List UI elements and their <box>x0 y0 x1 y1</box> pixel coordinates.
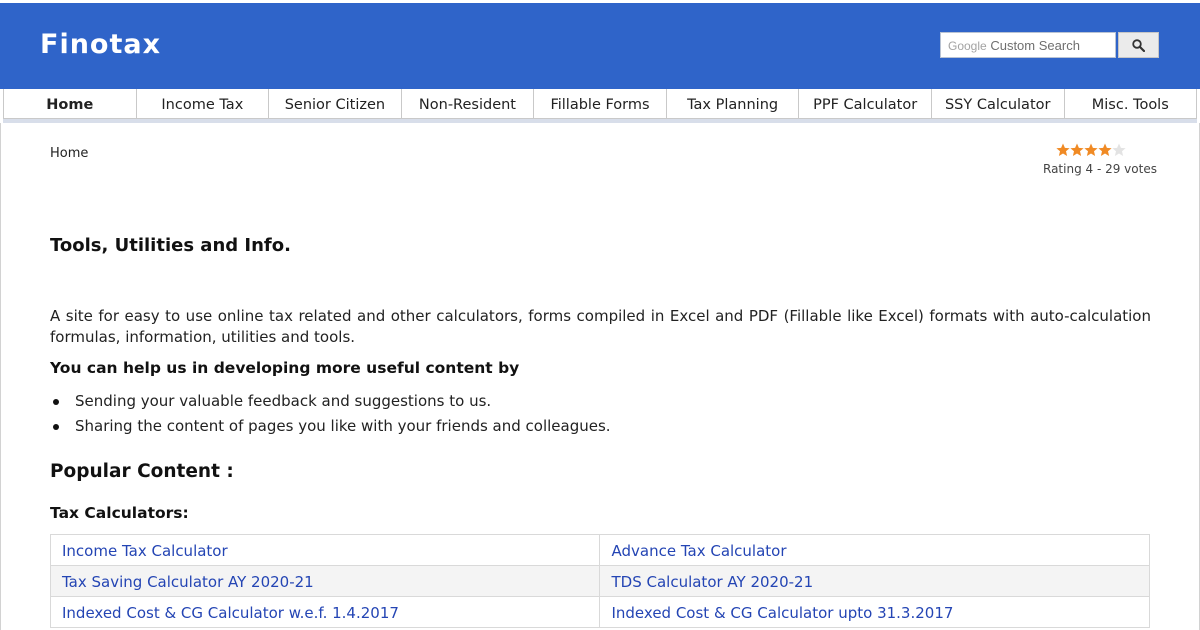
star-icon[interactable] <box>1056 143 1070 157</box>
nav-item-non-resident[interactable]: Non-Resident <box>402 89 535 118</box>
tax-calculators-heading: Tax Calculators: <box>50 504 189 522</box>
main-content: Home Rating 4 - 29 votes Tools, Utilitie… <box>0 123 1200 630</box>
search-button[interactable] <box>1118 32 1159 58</box>
nav-item-ppf-calculator[interactable]: PPF Calculator <box>799 89 932 118</box>
intro-paragraph: A site for easy to use online tax relate… <box>50 307 1151 346</box>
star-icon[interactable] <box>1098 143 1112 157</box>
income-tax-calculator-link[interactable]: Income Tax Calculator <box>49 534 601 566</box>
indexed-cost-cg-old-link[interactable]: Indexed Cost & CG Calculator upto 31.3.2… <box>599 596 1150 628</box>
bullet-icon <box>53 398 59 405</box>
nav-item-fillable-forms[interactable]: Fillable Forms <box>534 89 667 118</box>
popular-heading: Popular Content : <box>50 461 234 482</box>
page-title: Tools, Utilities and Info. <box>50 235 291 256</box>
table-row: Tax Saving Calculator AY 2020-21 TDS Cal… <box>49 565 1150 597</box>
nav-item-senior-citizen[interactable]: Senior Citizen <box>269 89 402 118</box>
rating-text: Rating 4 - 29 votes <box>1043 162 1157 176</box>
help-list: Sending your valuable feedback and sugge… <box>53 389 611 439</box>
star-empty-icon[interactable] <box>1112 143 1126 157</box>
nav-item-tax-planning[interactable]: Tax Planning <box>667 89 800 118</box>
indexed-cost-cg-new-link[interactable]: Indexed Cost & CG Calculator w.e.f. 1.4.… <box>49 596 601 628</box>
site-logo[interactable]: Finotax <box>40 29 161 60</box>
list-item-text: Sharing the content of pages you like wi… <box>75 417 611 435</box>
search-input[interactable]: Google Custom Search <box>940 32 1116 58</box>
main-nav: Home Income Tax Senior Citizen Non-Resid… <box>3 89 1197 119</box>
star-icon[interactable] <box>1084 143 1098 157</box>
tax-saving-calculator-link[interactable]: Tax Saving Calculator AY 2020-21 <box>49 565 601 597</box>
nav-item-income-tax[interactable]: Income Tax <box>137 89 270 118</box>
tds-calculator-link[interactable]: TDS Calculator AY 2020-21 <box>599 565 1150 597</box>
nav-item-ssy-calculator[interactable]: SSY Calculator <box>932 89 1065 118</box>
breadcrumb[interactable]: Home <box>50 146 88 161</box>
rating-stars[interactable] <box>1056 143 1153 159</box>
site-header: Finotax Google Custom Search <box>0 0 1200 89</box>
bullet-icon <box>53 423 59 430</box>
table-row: Income Tax Calculator Advance Tax Calcul… <box>49 534 1150 566</box>
star-icon[interactable] <box>1070 143 1084 157</box>
list-item-text: Sending your valuable feedback and sugge… <box>75 392 492 410</box>
help-heading: You can help us in developing more usefu… <box>50 359 520 377</box>
advance-tax-calculator-link[interactable]: Advance Tax Calculator <box>599 534 1150 566</box>
table-row: Indexed Cost & CG Calculator w.e.f. 1.4.… <box>49 596 1150 628</box>
search-icon <box>1132 38 1145 52</box>
nav-item-home[interactable]: Home <box>4 89 137 118</box>
tax-calculators-table: Income Tax Calculator Advance Tax Calcul… <box>49 534 1150 628</box>
rating-widget: Rating 4 - 29 votes <box>1043 143 1157 176</box>
list-item: Sending your valuable feedback and sugge… <box>53 389 611 414</box>
search-brand: Google <box>948 39 987 53</box>
search-placeholder: Custom Search <box>990 38 1080 53</box>
list-item: Sharing the content of pages you like wi… <box>53 414 611 439</box>
nav-item-misc-tools[interactable]: Misc. Tools <box>1065 89 1197 118</box>
